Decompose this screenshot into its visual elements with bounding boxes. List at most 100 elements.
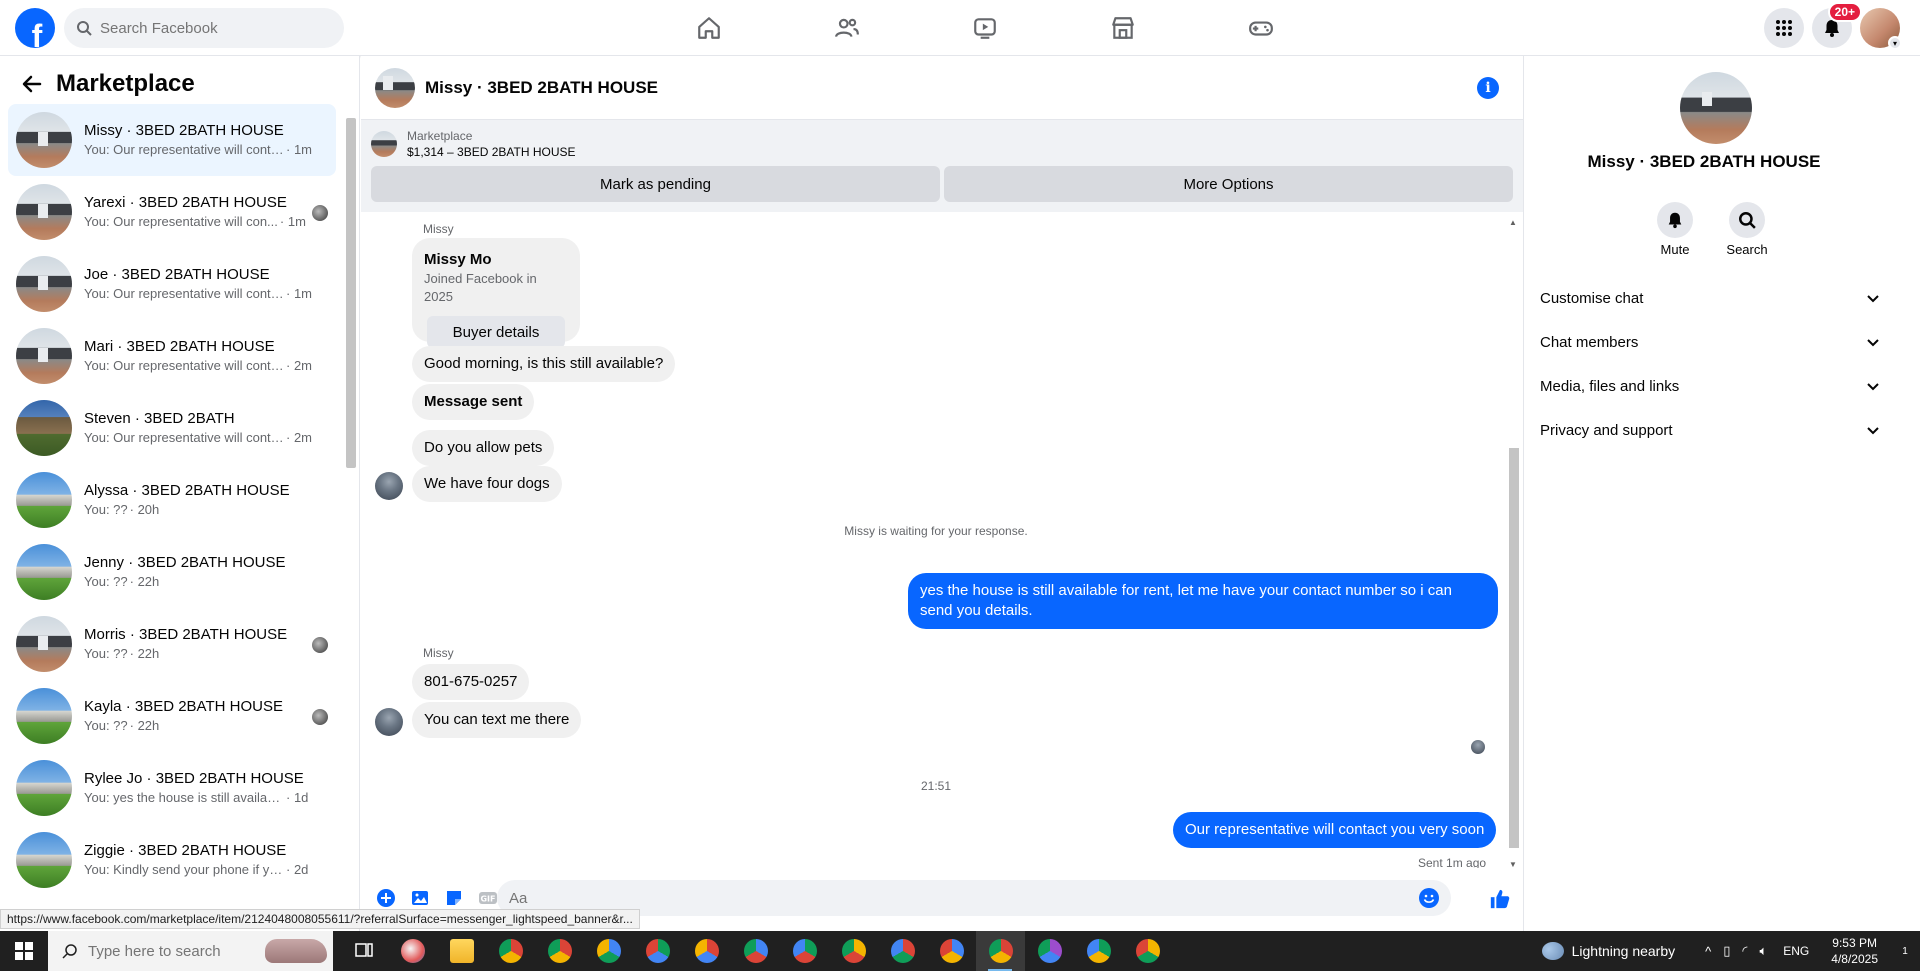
windows-start-icon[interactable] [0, 931, 48, 971]
conversation-item[interactable]: Rylee Jo · 3BED 2BATH HOUSE You: yes the … [8, 752, 336, 824]
conversation-item[interactable]: Steven · 3BED 2BATH You: Our representati… [8, 392, 336, 464]
conversation-name: Alyssa · 3BED 2BATH HOUSE [84, 482, 290, 499]
friends-icon[interactable] [778, 0, 916, 56]
video-icon[interactable] [916, 0, 1054, 56]
info-section[interactable]: Media, files and links [1540, 364, 1885, 408]
language-indicator[interactable]: ENG [1783, 944, 1809, 958]
chrome-profile-icon[interactable] [633, 931, 682, 971]
sender-avatar[interactable] [375, 708, 403, 736]
chat-title[interactable]: Missy · 3BED 2BATH HOUSE [425, 78, 658, 98]
chevron-up-icon[interactable]: ^ [1705, 944, 1711, 959]
listing-summary[interactable]: Marketplace $1,314 – 3BED 2BATH HOUSE [371, 128, 1513, 160]
chrome-profile-icon[interactable] [584, 931, 633, 971]
file-explorer-icon[interactable] [437, 931, 486, 971]
bell-icon [1668, 212, 1682, 229]
outgoing-message[interactable]: Our representative will contact you very… [1173, 812, 1497, 848]
profile-avatar[interactable]: ▾ [1860, 8, 1902, 50]
chrome-profile-icon[interactable] [731, 931, 780, 971]
back-arrow-icon[interactable] [20, 72, 44, 96]
gaming-icon[interactable] [1192, 0, 1330, 56]
conversation-item[interactable]: Joe · 3BED 2BATH HOUSE You: Our represent… [8, 248, 336, 320]
buyer-details-button[interactable]: Buyer details [427, 316, 565, 348]
chrome-icon[interactable] [486, 931, 535, 971]
conversation-item[interactable]: Alyssa · 3BED 2BATH HOUSE You: ?? · 20h [8, 464, 336, 536]
conversation-item[interactable]: Yarexi · 3BED 2BATH HOUSE You: Our repres… [8, 176, 336, 248]
home-icon[interactable] [640, 0, 778, 56]
chrome-active-icon[interactable] [976, 931, 1025, 971]
chrome-profile-icon[interactable] [878, 931, 927, 971]
paint-app-icon[interactable] [388, 931, 437, 971]
chat-avatar[interactable] [375, 67, 415, 108]
conversation-thumbnail [16, 760, 72, 816]
thumbs-up-icon[interactable] [1489, 888, 1511, 910]
message-bubble[interactable]: You can text me there [412, 702, 582, 738]
message-bubble[interactable]: We have four dogs [412, 466, 562, 502]
seen-indicator [312, 205, 328, 221]
weather-widget[interactable]: Lightning nearby [1541, 942, 1675, 960]
listing-photo[interactable] [1680, 72, 1752, 144]
taskbar-search-input[interactable] [88, 942, 248, 960]
info-icon[interactable]: i [1477, 77, 1499, 99]
message-bubble[interactable]: 801-675-0257 [412, 664, 530, 700]
sticker-icon[interactable] [444, 888, 464, 908]
chrome-profile-icon[interactable] [1025, 931, 1074, 971]
info-section[interactable]: Chat members [1540, 320, 1885, 364]
mark-as-pending-button[interactable]: Mark as pending [371, 166, 940, 202]
search-in-chat-button[interactable]: Search [1726, 202, 1768, 257]
chevron-down-icon [1867, 427, 1879, 435]
conversation-item[interactable]: Mari · 3BED 2BATH HOUSE You: Our represen… [8, 320, 336, 392]
conversation-time: · 22h [129, 718, 160, 733]
info-sections: Customise chat Chat members Media, files a… [1540, 276, 1885, 452]
emoji-icon[interactable] [1419, 888, 1439, 908]
chrome-profile-icon[interactable] [535, 931, 584, 971]
menu-grid-icon[interactable] [1764, 8, 1804, 48]
photo-icon[interactable] [410, 888, 430, 908]
search-input[interactable] [100, 19, 320, 37]
conversation-preview: You: yes the house is still available ..… [84, 790, 284, 805]
chrome-profile-icon[interactable] [927, 931, 976, 971]
mute-button[interactable]: Mute [1656, 202, 1694, 257]
clock[interactable]: 9:53 PM 4/8/2025 [1831, 935, 1878, 967]
marketplace-label: Marketplace [407, 129, 473, 143]
conversation-item[interactable]: Ziggie · 3BED 2BATH HOUSE You: Kindly sen… [8, 824, 336, 896]
conversation-preview: You: Our representative will conta... [84, 142, 284, 157]
marketplace-banner: Marketplace $1,314 – 3BED 2BATH HOUSE Ma… [361, 120, 1523, 212]
battery-icon[interactable]: ▯ [1723, 943, 1730, 959]
chrome-profile-icon[interactable] [1123, 931, 1172, 971]
conversation-item[interactable]: Kayla · 3BED 2BATH HOUSE You: ?? · 22h [8, 680, 336, 752]
taskbar-search[interactable] [48, 931, 333, 971]
conversation-item[interactable]: Morris · 3BED 2BATH HOUSE You: ?? · 22h [8, 608, 336, 680]
message-thread: Missy Missy Mo Joined Facebook in 2025 B… [361, 216, 1511, 868]
notification-center-icon[interactable]: 1 [1890, 946, 1920, 957]
chrome-profile-icon[interactable] [1074, 931, 1123, 971]
volume-icon[interactable]: 🔈︎ [1759, 943, 1767, 959]
plus-icon[interactable] [376, 888, 396, 908]
sender-avatar[interactable] [375, 472, 403, 500]
message-input[interactable] [509, 889, 1389, 907]
wifi-icon[interactable]: ◜ [1742, 943, 1747, 959]
more-options-button[interactable]: More Options [944, 166, 1513, 202]
marketplace-icon[interactable] [1054, 0, 1192, 56]
chrome-profile-icon[interactable] [682, 931, 731, 971]
message-sent-card[interactable]: Message sent [412, 384, 535, 420]
info-section[interactable]: Privacy and support [1540, 408, 1885, 452]
conversation-item[interactable]: Jenny · 3BED 2BATH HOUSE You: ?? · 22h [8, 536, 336, 608]
facebook-logo-icon[interactable]: f [15, 8, 55, 48]
outgoing-message[interactable]: yes the house is still available for ren… [908, 573, 1498, 629]
sidebar-scrollbar[interactable] [346, 106, 356, 926]
message-bubble[interactable]: Do you allow pets [412, 430, 555, 466]
message-input-box[interactable] [497, 880, 1451, 916]
task-view-icon[interactable] [339, 931, 388, 971]
chrome-profile-icon[interactable] [829, 931, 878, 971]
windows-taskbar: Lightning nearby ^ ▯ ◜ 🔈︎ ENG 9:53 PM 4/… [0, 931, 1920, 971]
message-bubble[interactable]: Good morning, is this still available? [412, 346, 676, 382]
info-section[interactable]: Customise chat [1540, 276, 1885, 320]
notifications-button[interactable]: 20+ [1812, 2, 1862, 48]
search-box[interactable] [64, 8, 344, 48]
chat-scrollbar[interactable]: ▲ ▼ [1507, 216, 1521, 871]
page-scrollbar[interactable] [1906, 56, 1920, 931]
chrome-profile-icon[interactable] [780, 931, 829, 971]
conversation-item[interactable]: Missy · 3BED 2BATH HOUSE You: Our represe… [8, 104, 336, 176]
gif-icon[interactable]: GIF [478, 888, 498, 908]
conversation-thumbnail [16, 184, 72, 240]
